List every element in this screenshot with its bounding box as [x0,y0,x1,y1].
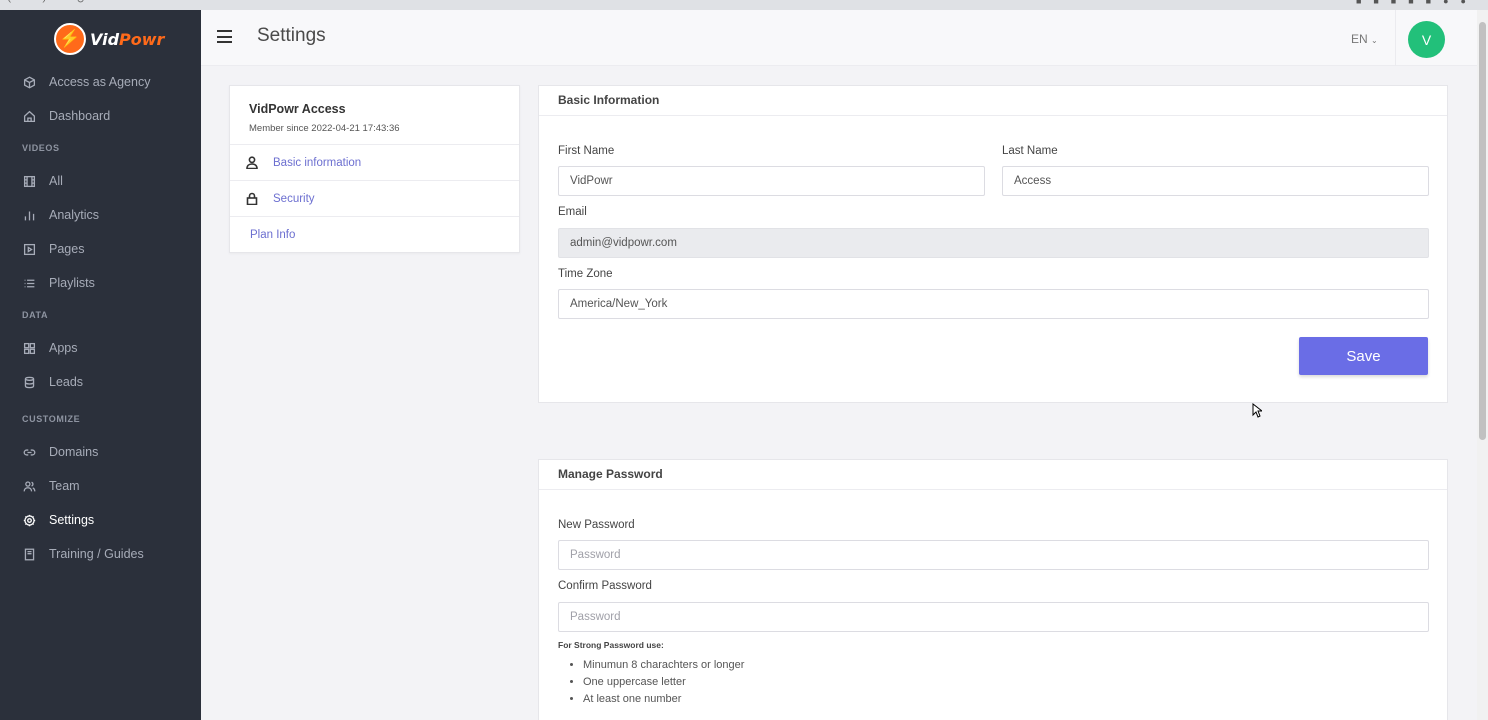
sidebar-item-training-guides[interactable]: Training / Guides [0,539,201,569]
sidebar-item-analytics[interactable]: Analytics [0,200,201,230]
profile-link-basic-information[interactable]: Basic information [230,144,519,180]
password-hint-item: At least one number [583,691,744,708]
sidebar: ⚡ VidPowr Access as Agency Dashboard VID… [0,0,201,720]
list-icon [22,276,36,290]
password-hint-item: One uppercase letter [583,674,744,691]
link-icon [22,445,36,459]
language-label: EN [1351,32,1368,46]
sidebar-item-label: Dashboard [49,109,111,123]
users-icon [22,479,36,493]
logo-text: VidPowr [90,30,164,49]
confirm-password-field[interactable]: Password [558,602,1429,632]
database-icon [22,375,36,389]
profile-name: VidPowr Access [249,102,346,116]
sidebar-item-label: Training / Guides [49,547,144,561]
sidebar-item-apps[interactable]: Apps [0,333,201,363]
sidebar-item-label: All [49,174,63,188]
sidebar-item-domains[interactable]: Domains [0,437,201,467]
last-name-field[interactable]: Access [1002,166,1429,196]
manage-password-card: Manage Password New Password Password Co… [538,459,1448,720]
browser-extension-icons[interactable]: ■■■■■●● [1356,0,1478,6]
basic-information-card: Basic Information First Name VidPowr Las… [538,85,1448,403]
mouse-cursor-icon [1252,403,1262,418]
sidebar-item-label: Team [49,479,80,493]
browser-nav-icons[interactable]: ‹ › ↻ [8,0,99,6]
home-icon [22,109,36,123]
sidebar-item-label: Domains [49,445,99,459]
sidebar-item-label: Leads [49,375,84,389]
sidebar-item-label: Playlists [49,276,95,290]
gear-icon [22,513,36,527]
first-name-label: First Name [558,145,615,157]
lock-icon [246,192,258,205]
browser-top-strip: ‹ › ↻ ■■■■■●● [0,0,1488,10]
page-scrollbar[interactable] [1477,10,1488,720]
sidebar-item-dashboard[interactable]: Dashboard [0,101,201,131]
confirm-password-label: Confirm Password [558,580,652,592]
logo-text-main: Vid [90,29,120,49]
sidebar-item-label: Apps [49,341,78,355]
timezone-label: Time Zone [558,268,613,280]
last-name-label: Last Name [1002,145,1058,157]
save-button[interactable]: Save [1299,337,1428,375]
sidebar-item-pages[interactable]: Pages [0,234,201,264]
email-label: Email [558,206,587,218]
section-label-videos: VIDEOS [22,143,60,153]
sidebar-item-label: Settings [49,513,95,527]
sidebar-item-team[interactable]: Team [0,471,201,501]
language-selector[interactable]: EN ⌄ [1351,32,1378,46]
sidebar-item-label: Pages [49,242,85,256]
sidebar-item-all[interactable]: All [0,166,201,196]
page-title: Settings [257,25,326,46]
bar-chart-icon [22,208,36,222]
chevron-down-icon: ⌄ [1371,36,1378,45]
user-icon [246,156,258,169]
grid-icon [22,341,36,355]
member-since: Member since 2022-04-21 17:43:36 [249,123,400,134]
play-file-icon [22,242,36,256]
profile-card: VidPowr Access Member since 2022-04-21 1… [229,85,520,253]
sidebar-item-label: Access as Agency [49,75,151,89]
logo-bolt-icon: ⚡ [54,23,86,55]
new-password-field[interactable]: Password [558,540,1429,570]
sidebar-item-playlists[interactable]: Playlists [0,268,201,298]
first-name-field[interactable]: VidPowr [558,166,985,196]
cube-icon [22,75,36,89]
logo-text-accent: Powr [119,29,165,49]
sidebar-item-settings[interactable]: Settings [0,505,201,535]
profile-link-label: Security [273,192,315,205]
book-icon [22,547,36,561]
password-hint-title: For Strong Password use: [558,640,664,650]
profile-link-label: Basic information [273,156,362,169]
hamburger-menu-icon[interactable] [217,30,232,43]
film-icon [22,174,36,188]
password-hint-list: Minumun 8 charachters or longer One uppe… [583,657,744,708]
section-label-customize: CUSTOMIZE [22,414,81,424]
sidebar-item-access-as-agency[interactable]: Access as Agency [0,67,201,97]
topbar-divider [1395,10,1396,66]
email-field: admin@vidpowr.com [558,228,1429,258]
sidebar-item-leads[interactable]: Leads [0,367,201,397]
password-hint-item: Minumun 8 charachters or longer [583,657,744,674]
profile-link-label: Plan Info [250,228,296,241]
scrollbar-thumb[interactable] [1479,22,1486,440]
timezone-select[interactable]: America/New_York [558,289,1429,319]
profile-link-plan-info[interactable]: Plan Info [230,216,519,252]
section-label-data: DATA [22,310,49,320]
card-header-manage-password: Manage Password [539,460,1447,490]
new-password-label: New Password [558,519,635,531]
logo[interactable]: ⚡ VidPowr [54,23,164,55]
card-header-basic-information: Basic Information [539,86,1447,116]
profile-link-security[interactable]: Security [230,180,519,216]
sidebar-item-label: Analytics [49,208,100,222]
user-avatar[interactable]: V [1408,21,1445,58]
top-bar: Settings EN ⌄ V [201,10,1477,66]
